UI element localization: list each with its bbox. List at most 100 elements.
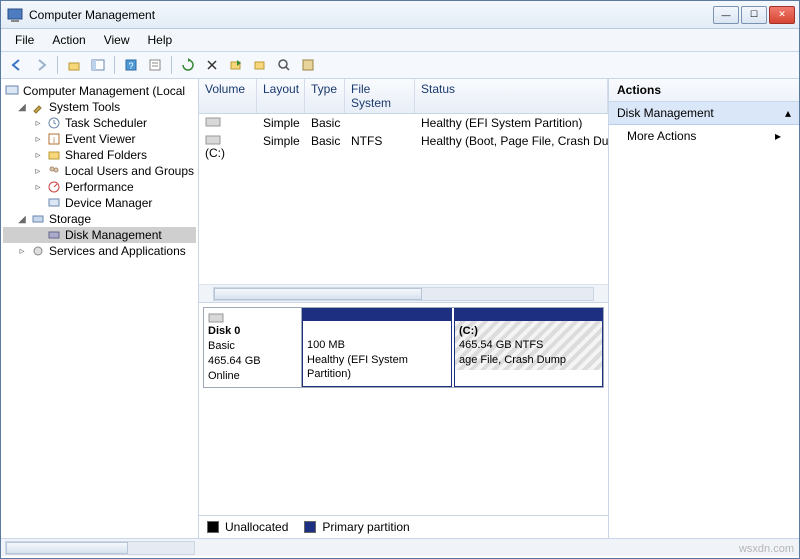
menu-help[interactable]: Help: [140, 31, 181, 49]
action-icon[interactable]: [298, 55, 318, 75]
forward-button[interactable]: [31, 55, 51, 75]
tree-event-viewer[interactable]: ▹ i Event Viewer: [3, 131, 196, 147]
expand-icon[interactable]: ▹: [33, 150, 43, 161]
actions-heading: Actions: [609, 79, 799, 102]
expand-icon[interactable]: ▹: [17, 246, 27, 257]
cell-volume: (C:): [205, 146, 225, 160]
content-pane: Volume Layout Type File System Status Si…: [199, 79, 609, 538]
col-fs[interactable]: File System: [345, 79, 415, 113]
collapse-icon[interactable]: ◢: [17, 214, 27, 225]
legend-primary: Primary partition: [304, 520, 409, 534]
volume-icon: [205, 116, 251, 128]
collapse-icon[interactable]: ◢: [17, 102, 27, 113]
col-volume[interactable]: Volume: [199, 79, 257, 113]
legend-label: Primary partition: [322, 520, 409, 534]
users-icon: [47, 164, 61, 178]
menu-file[interactable]: File: [7, 31, 42, 49]
cell-layout: Simple: [257, 115, 305, 131]
properties-icon[interactable]: [145, 55, 165, 75]
partition-c[interactable]: (C:) 465.54 GB NTFS age File, Crash Dump: [454, 308, 603, 387]
tree-label: System Tools: [49, 100, 120, 114]
titlebar: Computer Management — ☐ ✕: [1, 1, 799, 29]
menubar: File Action View Help: [1, 29, 799, 52]
tree-label: Shared Folders: [65, 148, 147, 162]
chevron-right-icon: ▸: [775, 129, 781, 143]
toolbar: ?: [1, 52, 799, 79]
tree-services-apps[interactable]: ▹ Services and Applications: [3, 243, 196, 259]
disk-name: Disk 0: [208, 325, 240, 337]
actions-section[interactable]: Disk Management ▴: [609, 102, 799, 125]
cell-status: Healthy (Boot, Page File, Crash Dum: [415, 133, 608, 161]
partition-size: 465.54 GB NTFS: [459, 339, 543, 351]
col-layout[interactable]: Layout: [257, 79, 305, 113]
partition-size: 100 MB: [307, 339, 345, 351]
legend-unallocated: Unallocated: [207, 520, 288, 534]
tree-task-scheduler[interactable]: ▹ Task Scheduler: [3, 115, 196, 131]
actions-pane: Actions Disk Management ▴ More Actions ▸: [609, 79, 799, 538]
menu-view[interactable]: View: [96, 31, 138, 49]
volume-icon: [205, 134, 251, 146]
settings-icon[interactable]: [250, 55, 270, 75]
tree-local-users[interactable]: ▹ Local Users and Groups: [3, 163, 196, 179]
expand-icon[interactable]: ▹: [33, 182, 43, 193]
tree-disk-management[interactable]: Disk Management: [3, 227, 196, 243]
legend: Unallocated Primary partition: [199, 515, 608, 538]
close-button[interactable]: ✕: [769, 6, 795, 24]
tree-label: Computer Management (Local: [23, 84, 185, 98]
svg-text:?: ?: [128, 61, 133, 71]
tree-system-tools[interactable]: ◢ System Tools: [3, 99, 196, 115]
tree-label: Event Viewer: [65, 132, 135, 146]
cell-fs: [345, 115, 415, 131]
partition-label: (C:): [459, 325, 478, 337]
app-icon: [7, 7, 23, 23]
minimize-button[interactable]: —: [713, 6, 739, 24]
tree-device-manager[interactable]: Device Manager: [3, 195, 196, 211]
up-icon[interactable]: [64, 55, 84, 75]
swatch-icon: [304, 521, 316, 533]
cell-status: Healthy (EFI System Partition): [415, 115, 608, 131]
expand-icon[interactable]: ▹: [33, 166, 43, 177]
volume-row[interactable]: (C:) Simple Basic NTFS Healthy (Boot, Pa…: [199, 132, 608, 162]
refresh-icon[interactable]: [178, 55, 198, 75]
menu-action[interactable]: Action: [44, 31, 93, 49]
col-status[interactable]: Status: [415, 79, 608, 113]
tree-label: Disk Management: [65, 228, 162, 242]
partition-status: age File, Crash Dump: [459, 354, 566, 366]
tree-label: Performance: [65, 180, 134, 194]
col-type[interactable]: Type: [305, 79, 345, 113]
tree-label: Local Users and Groups: [65, 164, 194, 178]
maximize-button[interactable]: ☐: [741, 6, 767, 24]
services-icon: [31, 244, 45, 258]
event-icon: i: [47, 132, 61, 146]
back-button[interactable]: [7, 55, 27, 75]
actions-more[interactable]: More Actions ▸: [609, 125, 799, 147]
tree-storage[interactable]: ◢ Storage: [3, 211, 196, 227]
nav-tree[interactable]: Computer Management (Local ◢ System Tool…: [1, 79, 199, 538]
clock-icon: [47, 116, 61, 130]
find-icon[interactable]: [274, 55, 294, 75]
expand-icon[interactable]: ▹: [33, 134, 43, 145]
delete-icon[interactable]: [202, 55, 222, 75]
folder-share-icon: [47, 148, 61, 162]
volume-row[interactable]: Simple Basic Healthy (EFI System Partiti…: [199, 114, 608, 132]
expand-icon[interactable]: ▹: [33, 118, 43, 129]
device-icon: [47, 196, 61, 210]
tree-performance[interactable]: ▹ Performance: [3, 179, 196, 195]
partition-efi[interactable]: 100 MB Healthy (EFI System Partition): [302, 308, 452, 387]
show-hide-tree-icon[interactable]: [88, 55, 108, 75]
collapse-up-icon[interactable]: ▴: [785, 106, 791, 120]
help-icon[interactable]: ?: [121, 55, 141, 75]
volume-list[interactable]: Simple Basic Healthy (EFI System Partiti…: [199, 114, 608, 284]
tree-hscroll[interactable]: [1, 538, 799, 556]
tree-label: Device Manager: [65, 196, 152, 210]
volume-hscroll[interactable]: [199, 284, 608, 302]
svg-text:i: i: [53, 136, 55, 145]
export-icon[interactable]: [226, 55, 246, 75]
disk-row[interactable]: Disk 0 Basic 465.64 GB Online 100 MB Hea…: [203, 307, 604, 388]
tree-shared-folders[interactable]: ▹ Shared Folders: [3, 147, 196, 163]
disk-icon: [47, 228, 61, 242]
tree-root[interactable]: Computer Management (Local: [3, 83, 196, 99]
cell-fs: NTFS: [345, 133, 415, 161]
performance-icon: [47, 180, 61, 194]
actions-more-label: More Actions: [627, 129, 696, 143]
